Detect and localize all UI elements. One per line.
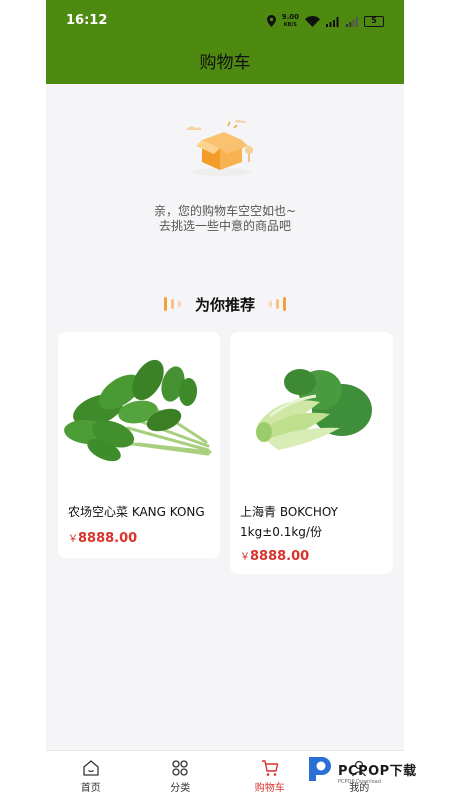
product-price: ￥8888.00 <box>68 530 137 546</box>
product-price: ￥8888.00 <box>240 548 309 564</box>
watermark-text: PCPOP下载 <box>338 763 417 779</box>
tab-cart-label: 购物车 <box>254 783 285 794</box>
empty-cart-line2: 去挑选一些中意的商品吧 <box>158 219 291 233</box>
tab-cart[interactable]: 购物车 <box>225 751 315 800</box>
home-icon <box>83 760 99 776</box>
price-value: 8888.00 <box>78 531 138 546</box>
status-time: 16:12 <box>66 12 108 28</box>
battery-icon: 5 <box>364 16 384 27</box>
price-currency: ￥ <box>240 552 250 563</box>
network-speed-value: 9.00 <box>281 13 299 21</box>
product-name[interactable]: 农场空心菜 KANG KONG <box>68 502 218 522</box>
wifi-icon <box>305 12 320 31</box>
network-speed: 9.00 KB/S <box>282 14 299 29</box>
empty-cart-box-icon <box>176 116 266 178</box>
cart-content: 亲，您的购物车空空如也~ 去挑选一些中意的商品吧 为你推荐 农场空心菜 KANG… <box>46 84 404 750</box>
page-title: 购物车 <box>199 53 251 73</box>
title-decoration-right <box>269 297 286 311</box>
product-card[interactable]: 农场空心菜 KANG KONG ￥8888.00 <box>58 332 220 558</box>
product-image-kang-kong[interactable] <box>58 332 220 492</box>
price-currency: ￥ <box>68 534 78 545</box>
watermark: PCPOP下载 PCPOP Download <box>304 752 444 786</box>
category-icon <box>172 760 188 776</box>
price-value: 8888.00 <box>250 549 310 564</box>
pcpop-logo-icon <box>309 757 331 781</box>
product-image-bokchoy[interactable] <box>230 332 393 492</box>
tab-home[interactable]: 首页 <box>46 751 136 800</box>
recommend-title: 为你推荐 <box>194 295 255 314</box>
cart-icon <box>261 760 278 776</box>
empty-cart-message: 亲，您的购物车空空如也~ 去挑选一些中意的商品吧 <box>46 204 404 234</box>
signal-5g-icon <box>326 12 340 31</box>
product-name[interactable]: 上海青 BOKCHOY 1kg±0.1kg/份 <box>240 502 390 542</box>
app-header: 16:12 9.00 KB/S 5 购物车 <box>46 0 404 84</box>
tab-category[interactable]: 分类 <box>136 751 226 800</box>
signal-icon <box>346 12 358 31</box>
tab-home-label: 首页 <box>80 783 101 794</box>
tab-category-label: 分类 <box>170 783 191 794</box>
empty-cart-line1: 亲，您的购物车空空如也~ <box>153 204 297 218</box>
status-bar: 16:12 9.00 KB/S 5 <box>46 0 404 40</box>
right-margin <box>404 0 450 750</box>
location-icon <box>266 12 276 31</box>
product-card[interactable]: 上海青 BOKCHOY 1kg±0.1kg/份 ￥8888.00 <box>230 332 393 574</box>
left-margin <box>0 0 46 750</box>
recommend-header: 为你推荐 <box>46 294 404 314</box>
network-speed-unit: KB/S <box>283 22 297 28</box>
watermark-subtext: PCPOP Download <box>338 779 381 785</box>
title-decoration-left <box>163 297 181 311</box>
